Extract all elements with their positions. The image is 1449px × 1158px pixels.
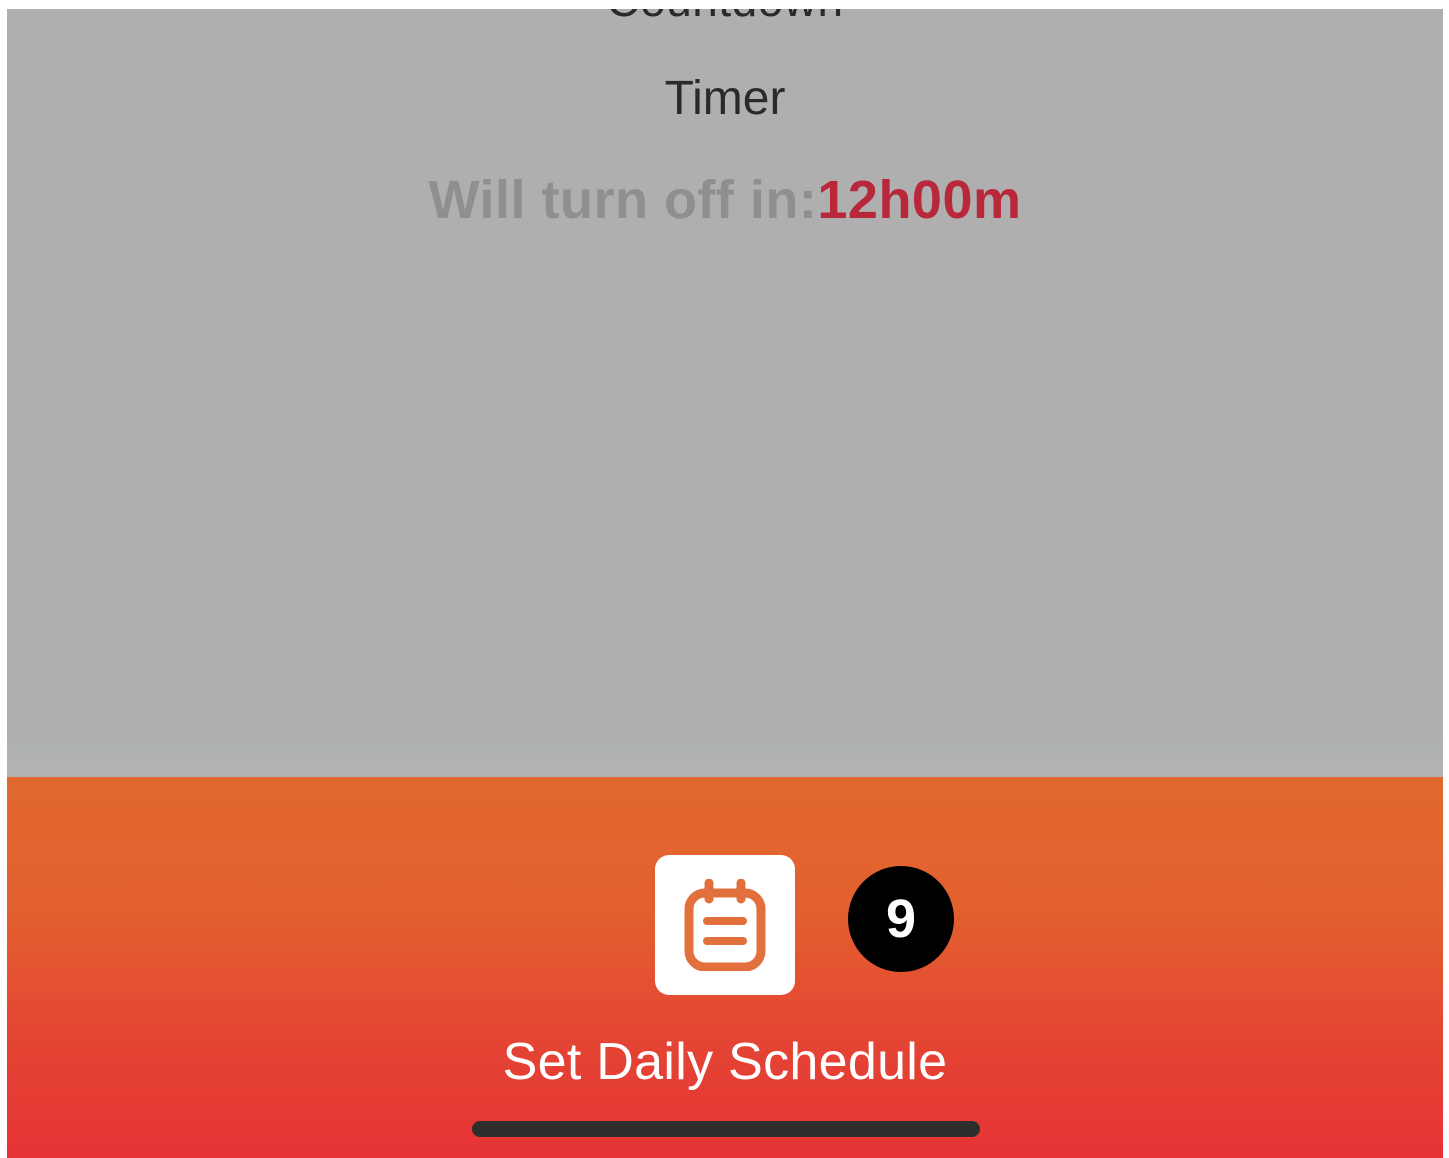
turn-off-status: Will turn off in:12h00m [7, 169, 1443, 231]
home-indicator[interactable] [472, 1121, 980, 1137]
clipboard-icon [684, 879, 766, 971]
timer-label: Timer [664, 72, 786, 125]
bottom-action-bar: Set Daily Schedule [7, 777, 1443, 1158]
turn-off-prefix: Will turn off in: [428, 170, 818, 230]
turn-off-time: 12h00m [817, 170, 1022, 230]
app-screen: Countdown Timer Will turn off in:12h00m … [7, 9, 1443, 1158]
set-daily-schedule-button[interactable] [655, 855, 795, 995]
countdown-label: Countdown [7, 9, 1443, 27]
step-number-badge: 9 [848, 866, 954, 972]
set-daily-schedule-label[interactable]: Set Daily Schedule [7, 1032, 1443, 1092]
timer-panel: Countdown Timer Will turn off in:12h00m [7, 9, 1443, 779]
panel-divider [7, 743, 1443, 779]
